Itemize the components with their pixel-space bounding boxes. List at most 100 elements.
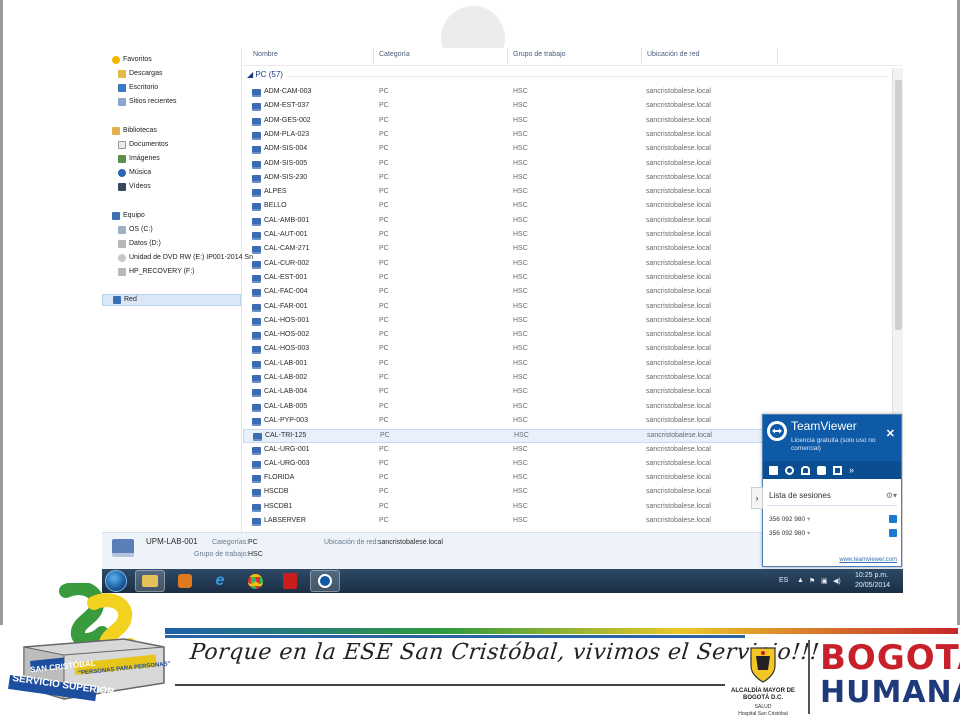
nav-music[interactable]: Música (118, 167, 151, 179)
column-separator[interactable] (373, 48, 374, 64)
item-location: sancristobalese.local (646, 216, 711, 224)
item-location: sancristobalese.local (646, 302, 711, 310)
computer-icon (253, 433, 262, 442)
nav-desktop[interactable]: Escritorio (118, 82, 158, 94)
nav-drive-f[interactable]: HP_RECOVERY (F:) (118, 266, 194, 278)
gear-icon[interactable]: ⚙▾ (886, 491, 897, 500)
list-item[interactable]: ADM-PLA-023 PC HSC sancristobalese.local (243, 129, 893, 143)
nav-network[interactable]: Red (102, 294, 241, 306)
list-item[interactable]: CAL-HOS-002 PC HSC sancristobalese.local (243, 329, 893, 343)
computer-icon (252, 274, 261, 283)
list-item[interactable]: ADM-CAM-003 PC HSC sancristobalese.local (243, 86, 893, 100)
nav-videos[interactable]: Vídeos (118, 181, 151, 193)
list-item[interactable]: ADM-SIS-005 PC HSC sancristobalese.local (243, 158, 893, 172)
star-icon (112, 56, 120, 64)
nav-downloads[interactable]: Descargas (118, 68, 162, 80)
list-item[interactable]: CAL-AMB-001 PC HSC sancristobalese.local (243, 215, 893, 229)
item-group: HSC (513, 159, 528, 167)
teamviewer-website-link[interactable]: www.teamviewer.com (839, 557, 897, 563)
nav-drive-c[interactable]: OS (C:) (118, 224, 153, 236)
tray-expand-icon[interactable]: ▲ (797, 577, 804, 584)
column-separator[interactable] (507, 48, 508, 64)
list-item[interactable]: CAL-AUT-001 PC HSC sancristobalese.local (243, 229, 893, 243)
more-icon[interactable]: » (849, 465, 854, 475)
column-category[interactable]: Categoría (379, 51, 410, 58)
file-transfer-icon[interactable] (833, 465, 842, 475)
item-group: HSC (513, 116, 528, 124)
list-item[interactable]: ALPES PC HSC sancristobalese.local (243, 186, 893, 200)
clock-date[interactable]: 20/05/2014 (855, 582, 890, 589)
taskbar-internet-explorer[interactable]: e (205, 570, 235, 592)
list-item[interactable]: CAL-LAB-005 PC HSC sancristobalese.local (243, 401, 893, 415)
item-name: CAL-FAR-001 (264, 302, 308, 310)
item-group: HSC (513, 388, 528, 396)
list-item[interactable]: ADM-SIS-004 PC HSC sancristobalese.local (243, 143, 893, 157)
phone-icon[interactable] (785, 465, 794, 475)
volume-icon[interactable]: ◀) (833, 577, 841, 585)
internet-explorer-icon: e (215, 572, 225, 589)
taskbar-teamviewer[interactable] (310, 570, 340, 592)
list-item[interactable]: CAL-HOS-003 PC HSC sancristobalese.local (243, 343, 893, 357)
nav-recent[interactable]: Sitios recientes (118, 96, 176, 108)
list-item[interactable]: CAL-LAB-002 PC HSC sancristobalese.local (243, 372, 893, 386)
connect-icon[interactable] (889, 515, 897, 523)
item-group: HSC (513, 273, 528, 281)
list-item[interactable]: CAL-FAC-004 PC HSC sancristobalese.local (243, 286, 893, 300)
list-item[interactable]: BELLO PC HSC sancristobalese.local (243, 200, 893, 214)
item-location: sancristobalese.local (647, 432, 712, 440)
taskbar-pdf-reader[interactable] (275, 570, 305, 592)
nav-favorites[interactable]: Favoritos (112, 54, 152, 66)
item-location: sancristobalese.local (646, 359, 711, 367)
column-workgroup[interactable]: Grupo de trabajo (513, 51, 566, 58)
column-name[interactable]: Nombre (253, 51, 278, 58)
nav-drive-d[interactable]: Datos (D:) (118, 238, 161, 250)
clock-time[interactable]: 10:25 p.m. (855, 572, 888, 579)
taskbar-media-player[interactable] (170, 570, 200, 592)
item-location: sancristobalese.local (646, 245, 711, 253)
item-group: HSC (513, 416, 528, 424)
item-category: PC (379, 273, 389, 281)
banner-blue-line (165, 635, 745, 638)
list-item[interactable]: CAL-HOS-001 PC HSC sancristobalese.local (243, 315, 893, 329)
list-item[interactable]: CAL-LAB-001 PC HSC sancristobalese.local (243, 358, 893, 372)
list-item[interactable]: ADM-EST-037 PC HSC sancristobalese.local (243, 100, 893, 114)
nav-documents[interactable]: Documentos (118, 139, 168, 151)
action-center-icon[interactable]: ⚑ (809, 577, 815, 585)
close-icon[interactable]: ✕ (886, 427, 895, 440)
item-category: PC (379, 445, 389, 453)
list-item[interactable]: CAL-FAR-001 PC HSC sancristobalese.local (243, 301, 893, 315)
item-category: PC (379, 216, 389, 224)
list-item[interactable]: CAL-CAM-271 PC HSC sancristobalese.local (243, 243, 893, 257)
nav-drive-e[interactable]: Unidad de DVD RW (E:) IP001-2014 Sn (118, 252, 253, 264)
column-separator[interactable] (777, 48, 778, 64)
list-item[interactable]: CAL-EST-001 PC HSC sancristobalese.local (243, 272, 893, 286)
list-item[interactable]: ADM-GES-002 PC HSC sancristobalese.local (243, 115, 893, 129)
group-header[interactable]: ◢ PC (57) (247, 70, 283, 79)
item-name: CAL-LAB-002 (264, 374, 308, 381)
computer-icon (252, 217, 261, 226)
nav-libraries[interactable]: Bibliotecas (112, 125, 157, 137)
chevron-right-icon[interactable]: › (751, 487, 763, 509)
documents-icon (118, 141, 126, 149)
connect-icon[interactable] (889, 529, 897, 537)
session-item[interactable]: 356 092 980 ▾ (769, 515, 810, 523)
session-item[interactable]: 356 092 980 ▾ (769, 529, 810, 537)
video-icon[interactable] (769, 465, 778, 475)
list-item[interactable]: ADM-SIS-230 PC HSC sancristobalese.local (243, 172, 893, 186)
network-tray-icon[interactable]: ▣ (821, 577, 828, 585)
nav-computer[interactable]: Equipo (112, 210, 145, 222)
taskbar-chrome[interactable] (240, 570, 270, 592)
language-indicator[interactable]: ES (779, 577, 788, 584)
column-separator[interactable] (641, 48, 642, 64)
column-location[interactable]: Ubicación de red (647, 51, 700, 58)
scrollbar-thumb[interactable] (895, 80, 902, 330)
headset-icon[interactable] (801, 465, 810, 475)
item-group: HSC (513, 145, 528, 153)
slogan-underline (175, 684, 725, 686)
list-item[interactable]: CAL-LAB-004 PC HSC sancristobalese.local (243, 386, 893, 400)
item-location: sancristobalese.local (646, 345, 711, 353)
list-item[interactable]: CAL-CUR-002 PC HSC sancristobalese.local (243, 258, 893, 272)
chat-icon[interactable] (817, 465, 826, 475)
item-name: CAL-PYP-003 (264, 416, 308, 424)
nav-images[interactable]: Imágenes (118, 153, 160, 165)
